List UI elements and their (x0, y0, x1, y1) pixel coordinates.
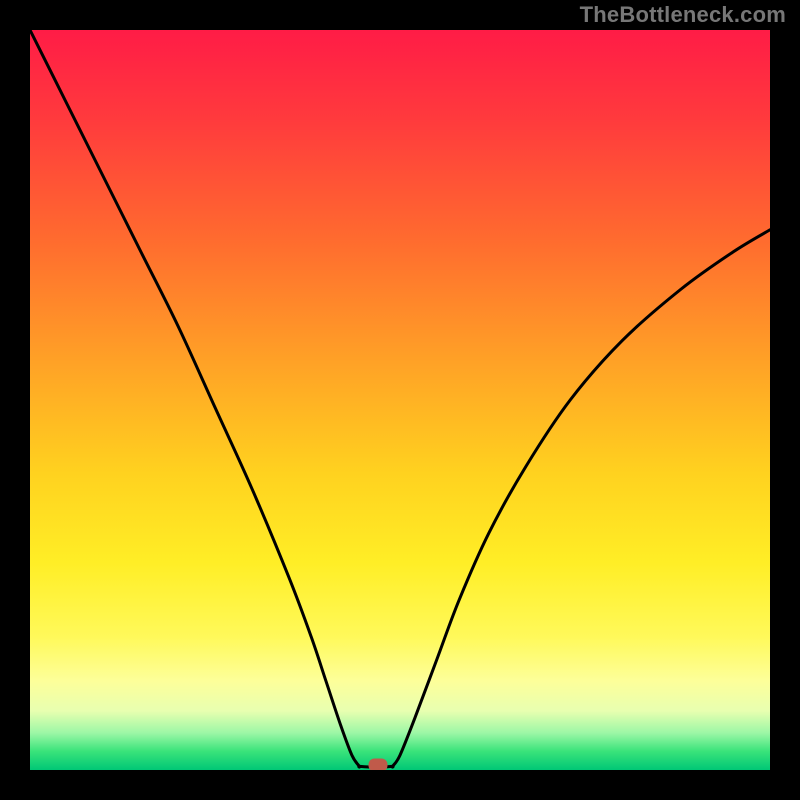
curve-path (30, 30, 770, 767)
optimum-marker (368, 758, 387, 770)
watermark-text: TheBottleneck.com (580, 2, 786, 28)
chart-frame: TheBottleneck.com (0, 0, 800, 800)
plot-area (30, 30, 770, 770)
bottleneck-curve (30, 30, 770, 770)
